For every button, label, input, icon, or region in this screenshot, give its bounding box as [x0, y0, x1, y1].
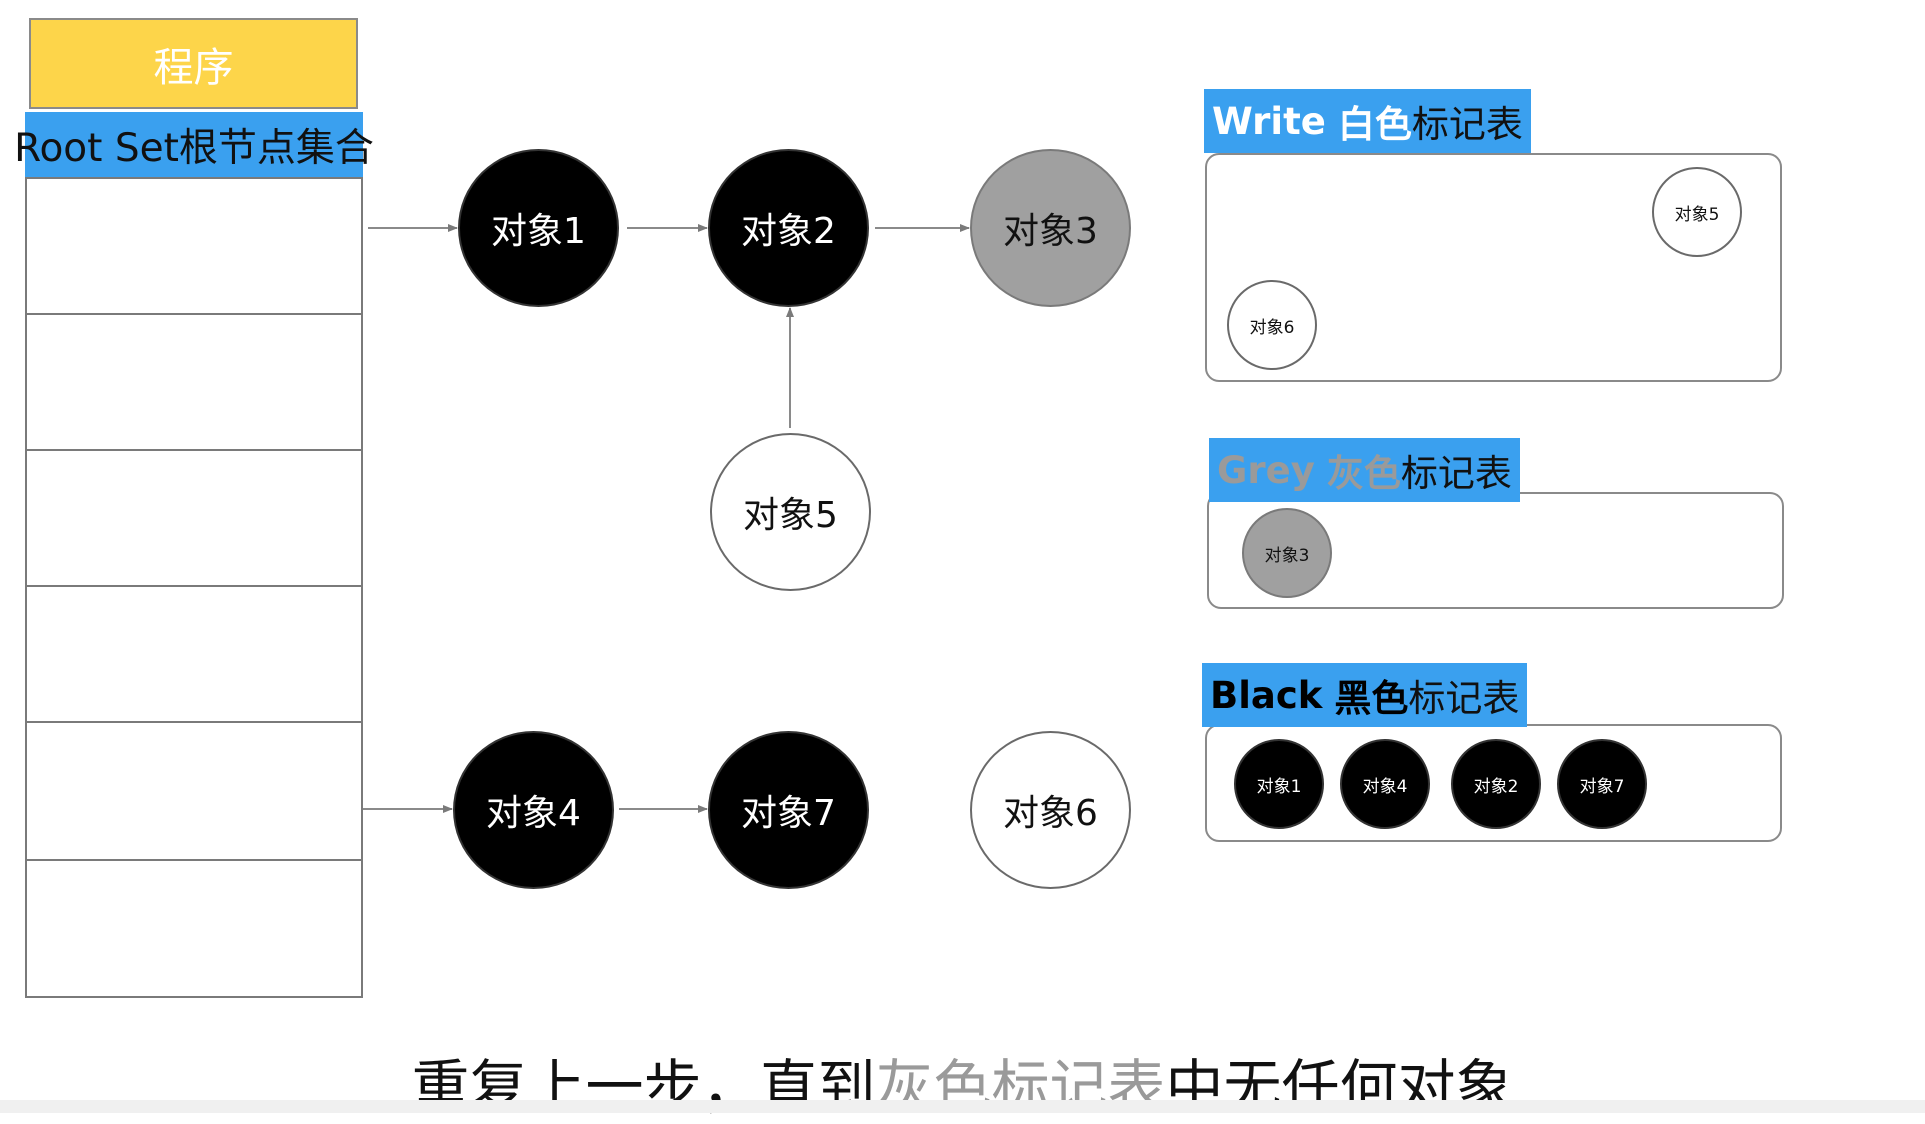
- object-node-4-label: 对象4: [486, 793, 581, 834]
- object-node-3-label: 对象3: [1003, 211, 1098, 252]
- object-node-6-label: 对象6: [1003, 793, 1098, 834]
- black-mark-table: 对象1 对象4 对象2 对象7: [1205, 724, 1782, 842]
- object-node-2-label: 对象2: [741, 211, 836, 252]
- white-table-item-obj6: 对象6: [1227, 280, 1317, 370]
- object-node-1: 对象1: [458, 149, 619, 307]
- root-set-label: Root Set根节点集合: [14, 126, 374, 171]
- object-node-6: 对象6: [970, 731, 1131, 889]
- white-table-item-label: 对象5: [1674, 204, 1720, 225]
- grey-table-item-obj3: 对象3: [1242, 508, 1332, 598]
- grey-table-label-color: 灰色: [1326, 452, 1401, 495]
- black-table-item-label: 对象2: [1473, 776, 1519, 797]
- grey-table-item-label: 对象3: [1264, 545, 1310, 566]
- white-table-label-rest: 标记表: [1411, 103, 1523, 146]
- black-table-item-label: 对象4: [1362, 776, 1408, 797]
- black-table-label-en: Black: [1210, 673, 1323, 717]
- white-mark-table: 对象5 对象6: [1205, 153, 1782, 382]
- black-table-item-label: 对象7: [1579, 776, 1625, 797]
- grey-table-label-en: Grey: [1217, 448, 1315, 492]
- object-node-3: 对象3: [970, 149, 1131, 307]
- grey-table-label-rest: 标记表: [1400, 452, 1512, 495]
- grey-mark-table: 对象3: [1207, 492, 1784, 609]
- root-set-row: [27, 585, 361, 587]
- object-node-1-label: 对象1: [491, 211, 586, 252]
- black-table-item-obj2: 对象2: [1451, 739, 1541, 829]
- black-table-item-obj4: 对象4: [1340, 739, 1430, 829]
- object-node-5: 对象5: [710, 433, 871, 591]
- black-table-item-label: 对象1: [1256, 776, 1302, 797]
- white-table-label-en: Write: [1212, 99, 1326, 143]
- white-mark-table-label: Write 白色 标记表: [1204, 89, 1531, 153]
- object-node-2: 对象2: [708, 149, 869, 307]
- white-table-item-label: 对象6: [1249, 317, 1295, 338]
- program-label: 程序: [153, 44, 234, 91]
- black-table-item-obj7: 对象7: [1557, 739, 1647, 829]
- object-node-7: 对象7: [708, 731, 869, 889]
- root-set-row: [27, 313, 361, 315]
- root-set-row: [27, 859, 361, 861]
- program-box: 程序: [29, 18, 358, 109]
- root-set-table: [25, 177, 363, 998]
- object-node-4: 对象4: [453, 731, 614, 889]
- white-table-item-obj5: 对象5: [1652, 167, 1742, 257]
- root-set-row: [27, 721, 361, 723]
- object-node-5-label: 对象5: [743, 495, 838, 536]
- black-table-item-obj1: 对象1: [1234, 739, 1324, 829]
- black-mark-table-label: Black 黑色 标记表: [1202, 663, 1528, 727]
- root-set-header: Root Set根节点集合: [14, 112, 374, 178]
- black-table-label-rest: 标记表: [1408, 677, 1520, 720]
- white-table-label-color: 白色: [1337, 103, 1412, 146]
- grey-mark-table-label: Grey 灰色 标记表: [1209, 438, 1520, 502]
- root-set-row: [27, 449, 361, 451]
- object-node-7-label: 对象7: [741, 793, 836, 834]
- black-table-label-color: 黑色: [1334, 677, 1409, 720]
- bottom-strip: [0, 1100, 1925, 1113]
